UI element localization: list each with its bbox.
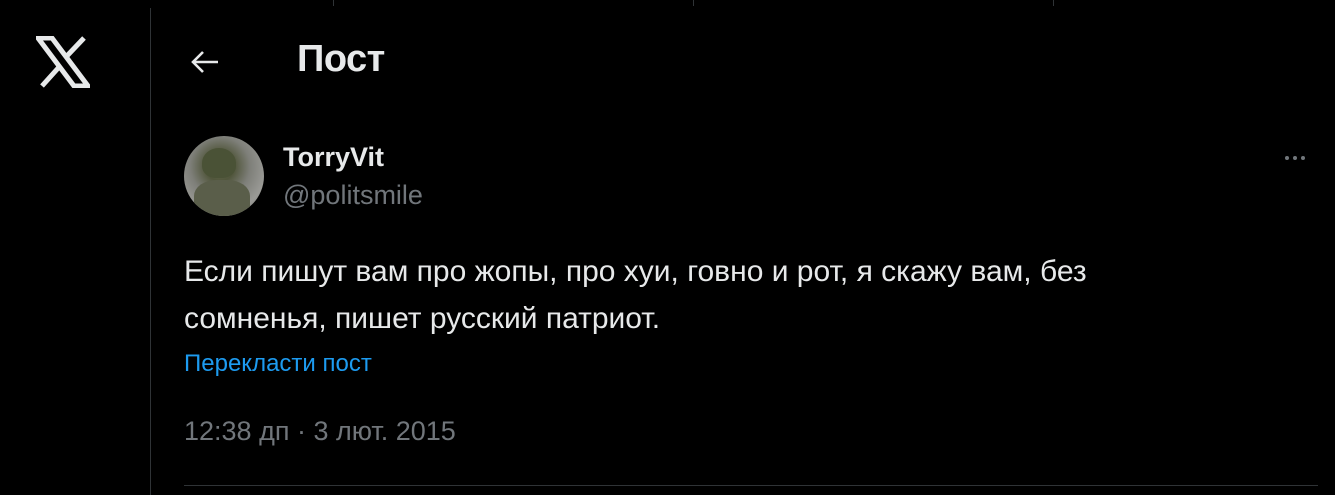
translate-post-link[interactable]: Перекласти пост (184, 350, 372, 378)
more-options-button[interactable] (1275, 146, 1315, 170)
author-name[interactable]: TorryVit (283, 142, 384, 173)
x-logo-icon[interactable] (33, 35, 93, 89)
more-horizontal-icon (1285, 156, 1289, 160)
left-sidebar (0, 0, 151, 495)
timestamp-separator: · (289, 416, 314, 446)
avatar[interactable] (184, 136, 264, 216)
post: TorryVit @politsmile Если пишут вам про … (151, 120, 1335, 495)
post-text: Если пишут вам про жопы, про хуи, говно … (184, 248, 1264, 342)
post-timestamp: 12:38 дп · 3 лют. 2015 (184, 416, 456, 447)
post-time[interactable]: 12:38 дп (184, 416, 289, 446)
page-header: Пост (151, 0, 1335, 120)
post-divider (184, 485, 1318, 486)
back-button[interactable] (187, 44, 223, 80)
arrow-left-icon (191, 51, 218, 73)
post-text-line: Если пишут вам про жопы, про хуи, говно … (184, 255, 1087, 288)
author-handle[interactable]: @politsmile (283, 180, 423, 211)
post-date[interactable]: 3 лют. 2015 (313, 416, 455, 446)
post-text-line: сомненья, пишет русский патриот. (184, 302, 661, 335)
page-title: Пост (297, 38, 385, 80)
